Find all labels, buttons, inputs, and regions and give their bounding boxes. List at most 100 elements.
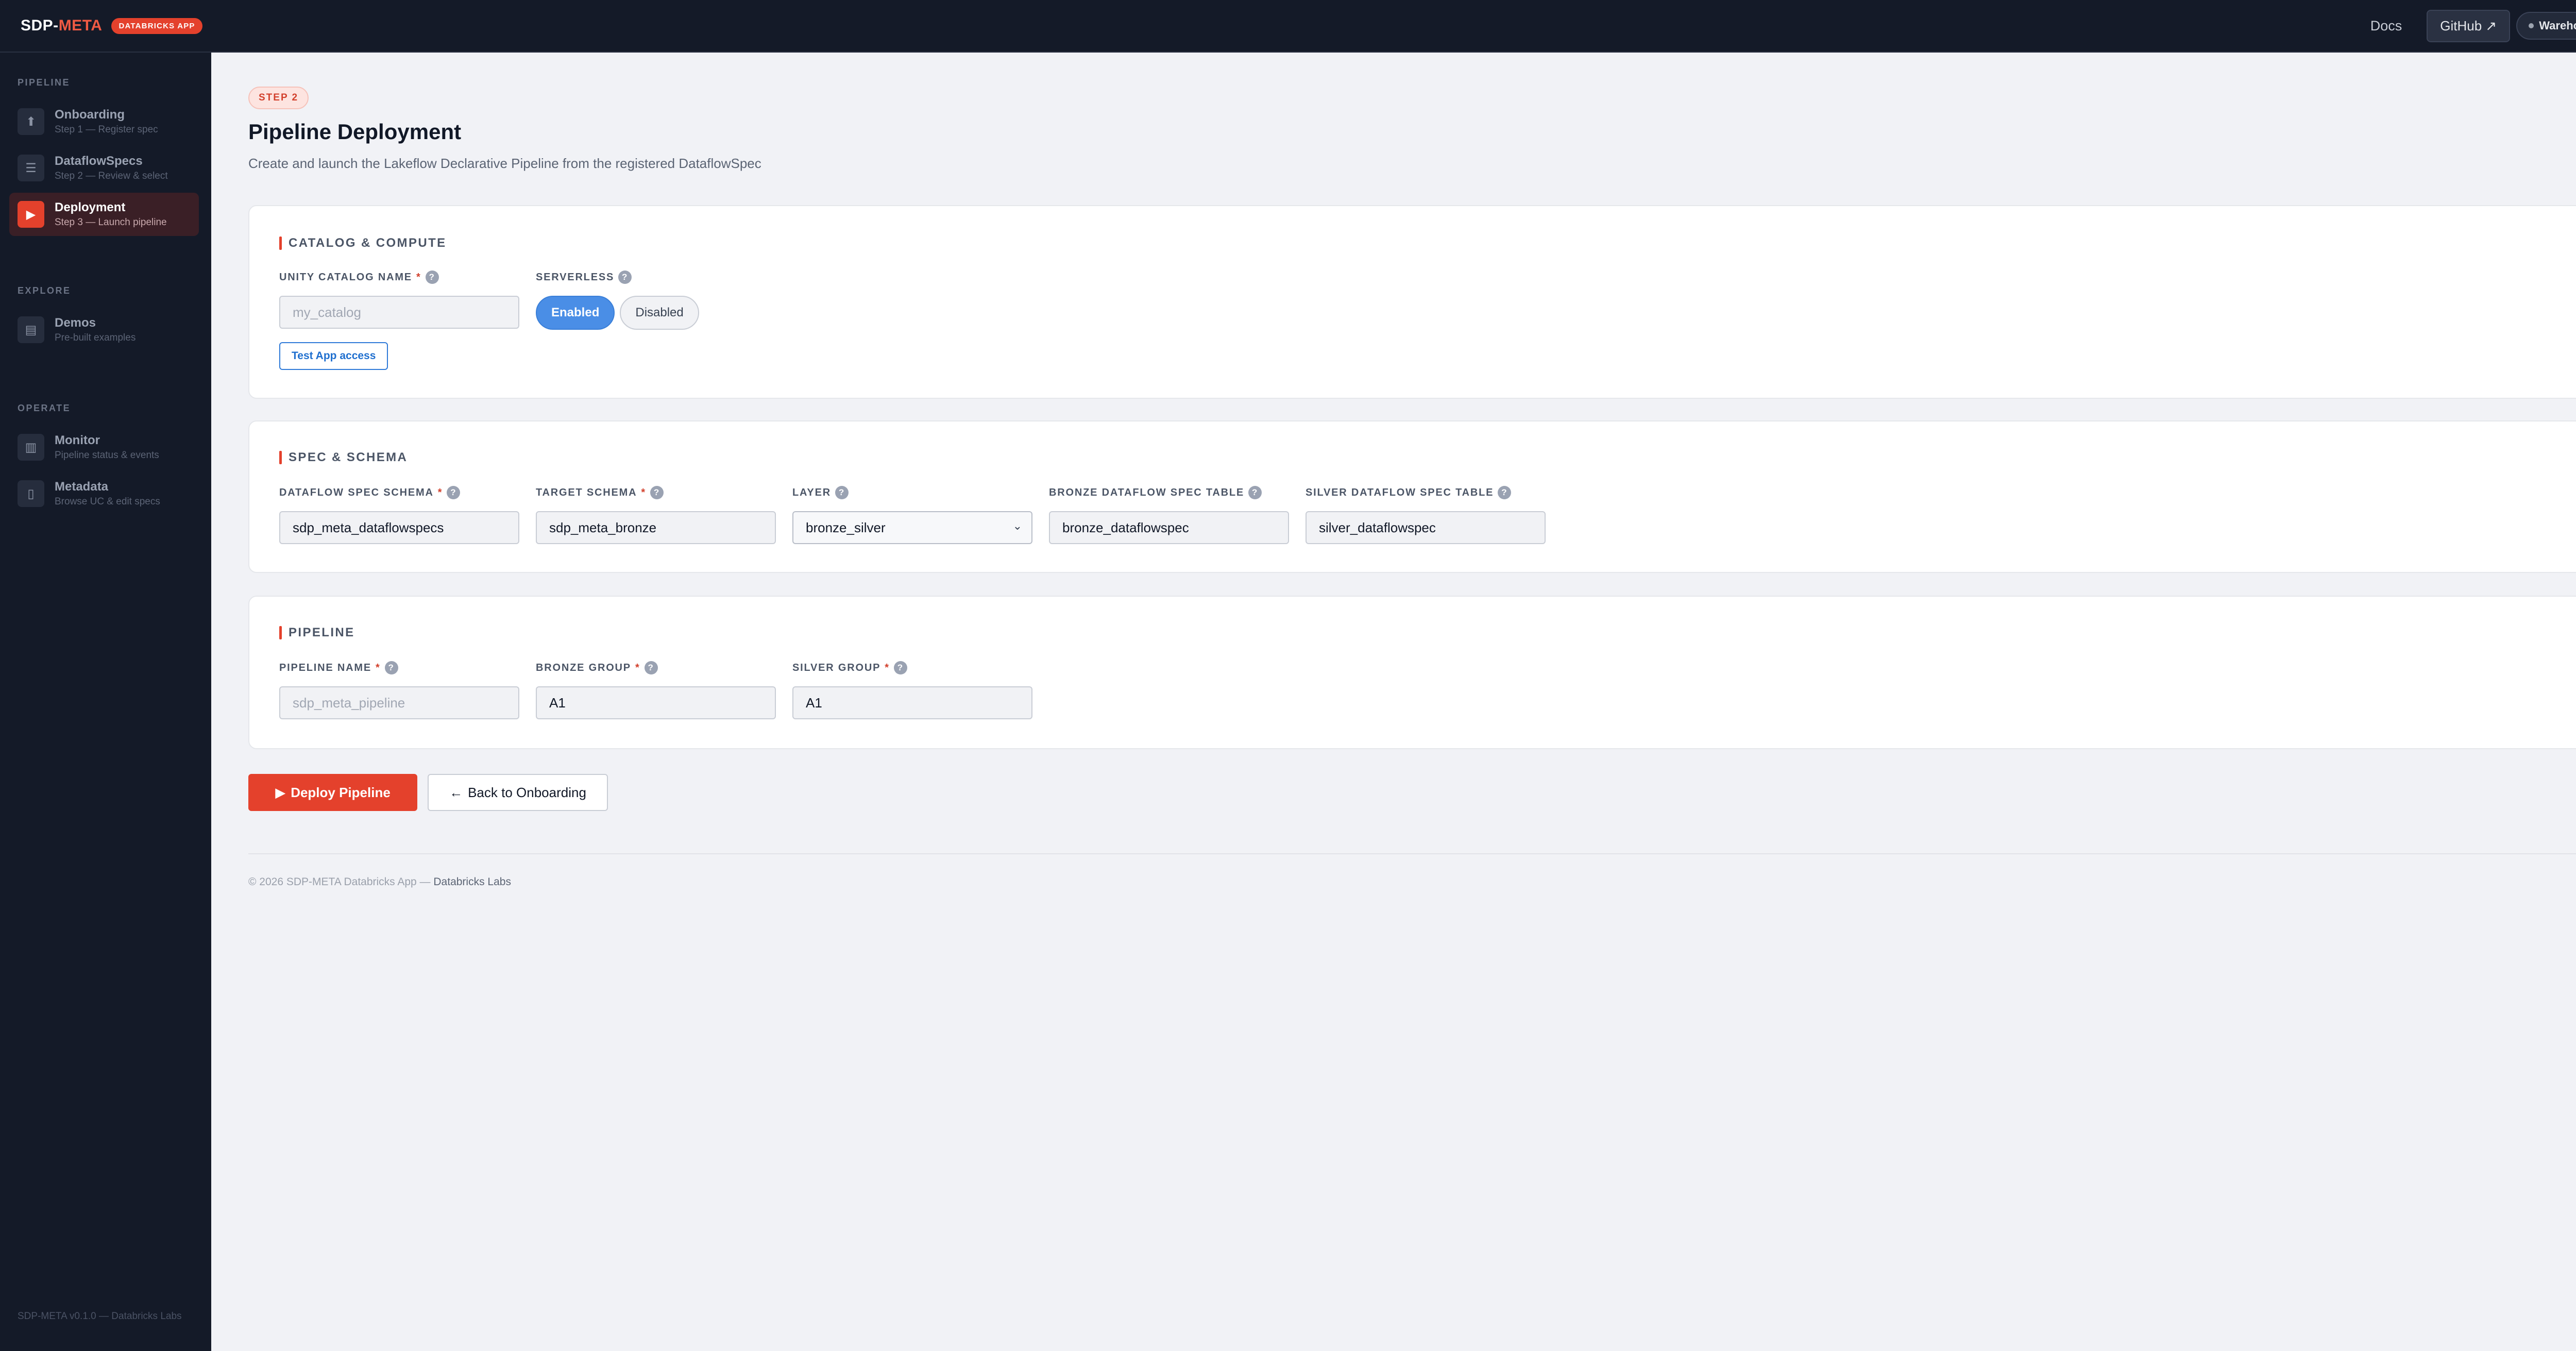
help-icon[interactable]: ? [650,486,664,499]
nav-section-pipeline: PIPELINE [18,77,71,88]
help-icon[interactable]: ? [835,486,849,499]
serverless-disabled-button[interactable]: Disabled [620,296,699,330]
status-dot-icon [2529,23,2534,28]
serverless-toggle: Enabled Disabled [536,296,699,330]
field-label: SERVERLESS [536,271,615,283]
main-content: STEP 2 Pipeline Deployment Create and la… [211,53,2576,1351]
required-marker: * [885,662,890,673]
bronze-spec-table-field: BRONZE DATAFLOW SPEC TABLE ? [1049,485,1289,544]
bronze-group-field: BRONZE GROUP * ? [536,661,776,719]
demo-icon: ▤ [18,316,44,343]
deploy-pipeline-button[interactable]: ▶ Deploy Pipeline [248,774,417,811]
layer-field: LAYER ? bronze_silver ⌄ [792,485,1032,544]
bronze-spec-table-input[interactable] [1049,511,1289,544]
field-label: PIPELINE NAME [279,662,371,673]
sidebar-item-subtitle: Step 1 — Register spec [55,124,158,135]
deploy-button-label: Deploy Pipeline [291,784,391,800]
dataflow-spec-schema-field: DATAFLOW SPEC SCHEMA * ? [279,485,519,544]
sidebar-item-subtitle: Pre-built examples [55,332,136,343]
help-icon[interactable]: ? [893,661,907,674]
nav-section-operate: OPERATE [18,403,71,413]
chart-icon: ▥ [18,434,44,461]
field-label: BRONZE DATAFLOW SPEC TABLE [1049,486,1244,498]
sidebar-item-subtitle: Step 2 — Review & select [55,171,168,181]
sidebar-item-title: Demos [55,316,96,330]
top-actions: Docs GitHub ↗ Warehouse [2370,9,2576,42]
silver-group-input[interactable] [792,686,1032,719]
back-button-label: Back to Onboarding [468,784,586,800]
field-label: SILVER GROUP [792,662,881,673]
serverless-enabled-button[interactable]: Enabled [536,296,615,330]
nav-section-explore: EXPLORE [18,285,71,296]
brand-accent: META [58,17,103,34]
help-icon[interactable]: ? [447,486,461,499]
top-bar: SDP-META DATABRICKS APP Docs GitHub ↗ Wa… [0,0,2576,53]
field-label: LAYER [792,486,831,498]
silver-group-field: SILVER GROUP * ? [792,661,1032,719]
footer-org-link[interactable]: Databricks Labs [433,876,511,888]
layer-select[interactable]: bronze_silver ⌄ [792,511,1032,544]
field-label: BRONZE GROUP [536,662,631,673]
required-marker: * [437,486,443,498]
page-subtitle: Create and launch the Lakeflow Declarati… [248,156,761,171]
silver-spec-table-input[interactable] [1306,511,1546,544]
sidebar-item-monitor[interactable]: ▥ Monitor Pipeline status & events [9,426,199,469]
docs-link[interactable]: Docs [2370,18,2402,34]
back-to-onboarding-button[interactable]: ← Back to Onboarding [428,774,608,811]
silver-spec-table-field: SILVER DATAFLOW SPEC TABLE ? [1306,485,1546,544]
page-footer: © 2026 SDP-META Databricks App — Databri… [248,876,511,888]
sidebar-item-deployment[interactable]: ▶ Deployment Step 3 — Launch pipeline [9,193,199,236]
warehouse-selector[interactable]: Warehouse [2516,12,2576,40]
sidebar-item-dataflowspecs[interactable]: ☰ DataflowSpecs Step 2 — Review & select [9,146,199,190]
sidebar-item-title: Metadata [55,480,109,494]
field-label: TARGET SCHEMA [536,486,637,498]
document-icon: ▯ [18,480,44,507]
sidebar-item-demos[interactable]: ▤ Demos Pre-built examples [9,308,199,351]
sidebar-item-onboarding[interactable]: ⬆ Onboarding Step 1 — Register spec [9,100,199,143]
field-label: SILVER DATAFLOW SPEC TABLE [1306,486,1494,498]
github-button[interactable]: GitHub ↗ [2427,9,2511,42]
sidebar-version-footer: SDP-META v0.1.0 — Databricks Labs [18,1311,182,1322]
required-marker: * [375,662,381,673]
footer-divider [248,853,2576,854]
target-schema-field: TARGET SCHEMA * ? [536,485,776,544]
help-icon[interactable]: ? [384,661,398,674]
required-marker: * [641,486,646,498]
sidebar-item-metadata[interactable]: ▯ Metadata Browse UC & edit specs [9,472,199,515]
help-icon[interactable]: ? [1248,486,1262,499]
sidebar-item-title: Deployment [55,200,126,214]
step-badge: STEP 2 [248,87,309,109]
unity-catalog-input[interactable] [279,296,519,329]
serverless-field: SERVERLESS ? Enabled Disabled [536,270,699,330]
card-title-spec: SPEC & SCHEMA [279,450,408,465]
list-icon: ☰ [18,155,44,181]
sidebar-item-subtitle: Browse UC & edit specs [55,496,160,507]
field-label: UNITY CATALOG NAME [279,271,412,283]
play-icon: ▶ [275,784,286,800]
pipeline-name-input[interactable] [279,686,519,719]
page-title: Pipeline Deployment [248,120,462,144]
pipeline-card: PIPELINE PIPELINE NAME * ? BRONZE GROUP … [248,596,2576,749]
bronze-group-input[interactable] [536,686,776,719]
sidebar-item-title: Monitor [55,433,100,447]
card-title-pipeline: PIPELINE [279,626,355,640]
footer-copyright: © 2026 SDP-META Databricks App — [248,876,434,888]
warehouse-label: Warehouse [2539,19,2576,32]
test-app-access-button[interactable]: Test App access [279,342,388,370]
help-icon[interactable]: ? [1498,486,1512,499]
sidebar-item-subtitle: Step 3 — Launch pipeline [55,217,167,228]
field-label: DATAFLOW SPEC SCHEMA [279,486,434,498]
dataflow-spec-schema-input[interactable] [279,511,519,544]
help-icon[interactable]: ? [618,271,632,284]
help-icon[interactable]: ? [425,271,439,284]
app-logo[interactable]: SDP-META [21,17,102,35]
upload-icon: ⬆ [18,108,44,135]
required-marker: * [635,662,640,673]
chevron-down-icon: ⌄ [1012,519,1022,532]
target-schema-input[interactable] [536,511,776,544]
databricks-app-badge: DATABRICKS APP [111,18,202,34]
help-icon[interactable]: ? [644,661,658,674]
sidebar-item-title: DataflowSpecs [55,154,143,168]
play-icon: ▶ [18,201,44,228]
sidebar: PIPELINE ⬆ Onboarding Step 1 — Register … [0,53,211,1351]
